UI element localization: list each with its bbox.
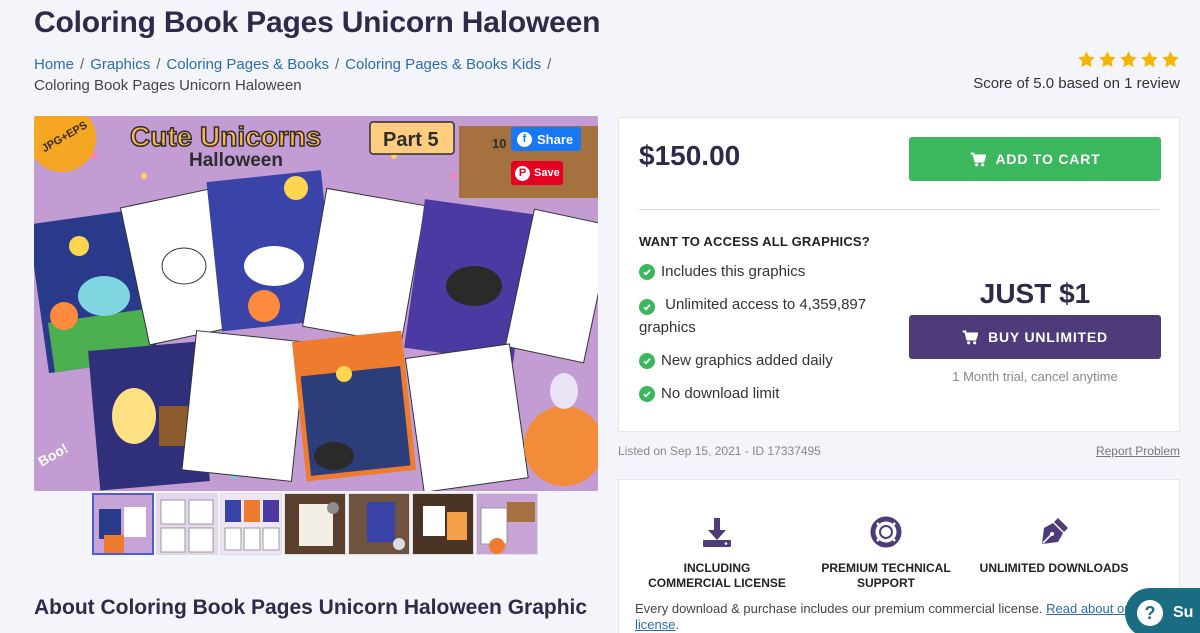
feature-text: Includes this graphics <box>661 263 806 280</box>
breadcrumb-home[interactable]: Home <box>34 56 74 73</box>
image-title-line1: Cute Unicorns <box>130 121 321 152</box>
license-item-label: UNLIMITED DOWNLOADS <box>979 561 1129 575</box>
access-title: WANT TO ACCESS ALL GRAPHICS? <box>639 234 870 249</box>
breadcrumb-graphics[interactable]: Graphics <box>90 56 150 73</box>
check-circle-icon <box>639 264 655 280</box>
facebook-share-button[interactable]: f Share <box>511 127 581 151</box>
license-item-commercial: INCLUDING COMMERCIAL LICENSE <box>642 516 792 591</box>
feature-list: Includes this graphics Unlimited access … <box>639 260 889 415</box>
breadcrumb-separator: / <box>80 56 85 73</box>
thumbnail-6[interactable] <box>412 493 474 555</box>
social-buttons: f Share P Save <box>511 127 581 185</box>
thumbnail-5[interactable] <box>348 493 410 555</box>
price: $150.00 <box>639 140 741 171</box>
thumbnail-4[interactable] <box>284 493 346 555</box>
report-problem-link[interactable]: Report Problem <box>1096 444 1180 458</box>
pinterest-icon: P <box>515 165 530 181</box>
rating-score-text: Score of 5.0 based on 1 review <box>973 75 1180 92</box>
thumbnail-1[interactable] <box>92 493 154 555</box>
facebook-icon: f <box>517 131 532 147</box>
license-note-text: Every download & purchase includes our p… <box>635 601 1043 616</box>
pen-nib-icon <box>979 516 1129 548</box>
check-circle-icon <box>639 299 655 315</box>
help-support-button[interactable]: ? Su <box>1125 588 1200 633</box>
page-title: Coloring Book Pages Unicorn Haloween <box>34 6 601 39</box>
feature-item: Includes this graphics <box>639 260 889 283</box>
breadcrumb-coloring-pages-books-kids[interactable]: Coloring Pages & Books Kids <box>345 56 541 73</box>
star-icon <box>1120 51 1137 68</box>
pinterest-save-label: Save <box>534 167 560 179</box>
license-item-label: INCLUDING COMMERCIAL LICENSE <box>648 561 786 590</box>
feature-text: New graphics added daily <box>661 352 833 369</box>
download-icon <box>642 516 792 548</box>
lifebuoy-icon <box>811 516 961 548</box>
feature-item: Unlimited access to 4,359,897 graphics <box>639 293 889 339</box>
thumbnail-strip <box>92 493 538 555</box>
check-circle-icon <box>639 353 655 369</box>
image-title-line2: Halloween <box>189 150 283 171</box>
license-item-label: PREMIUM TECHNICAL SUPPORT <box>821 561 951 590</box>
buy-unlimited-label: BUY UNLIMITED <box>988 329 1108 345</box>
feature-text: Unlimited access to 4,359,897 graphics <box>639 296 867 336</box>
star-icon <box>1099 51 1116 68</box>
thumbnail-2[interactable] <box>156 493 218 555</box>
add-to-cart-label: ADD TO CART <box>995 151 1101 167</box>
license-note: Every download & purchase includes our p… <box>635 601 1136 632</box>
breadcrumb-separator: / <box>156 56 161 73</box>
about-heading: About Coloring Book Pages Unicorn Halowe… <box>34 596 588 619</box>
feature-text: No download limit <box>661 385 780 402</box>
breadcrumb-separator: / <box>334 56 340 73</box>
breadcrumb-coloring-pages-books[interactable]: Coloring Pages & Books <box>166 56 329 73</box>
thumbnail-7[interactable] <box>476 493 538 555</box>
star-icon <box>1162 51 1179 68</box>
add-to-cart-button[interactable]: ADD TO CART <box>909 137 1161 181</box>
thumbnail-3[interactable] <box>220 493 282 555</box>
license-item-support: PREMIUM TECHNICAL SUPPORT <box>811 516 961 591</box>
feature-item: No download limit <box>639 382 889 405</box>
breadcrumb-current: Coloring Book Pages Unicorn Haloween <box>34 77 302 94</box>
pinterest-save-button[interactable]: P Save <box>511 161 563 185</box>
listing-info: Listed on Sep 15, 2021 - ID 17337495 <box>618 444 821 458</box>
just-price: JUST $1 <box>979 278 1091 309</box>
star-icon <box>1078 51 1095 68</box>
help-label: Su <box>1173 604 1194 621</box>
breadcrumb: Home / Graphics / Coloring Pages & Books / Col… <box>34 54 594 96</box>
check-circle-icon <box>639 386 655 402</box>
license-card: INCLUDING COMMERCIAL LICENSE PREMIUM TEC… <box>618 479 1180 633</box>
rating-stars <box>973 50 1180 69</box>
license-item-downloads: UNLIMITED DOWNLOADS <box>979 516 1129 576</box>
feature-item: New graphics added daily <box>639 349 889 372</box>
rating: Score of 5.0 based on 1 review <box>973 50 1180 92</box>
buy-unlimited-button[interactable]: BUY UNLIMITED <box>909 315 1161 359</box>
breadcrumb-separator: / <box>547 56 552 73</box>
divider <box>639 209 1159 210</box>
part-badge-text: Part 5 <box>383 129 439 151</box>
star-icon <box>1141 51 1158 68</box>
trial-note: 1 Month trial, cancel anytime <box>952 369 1118 384</box>
cart-icon <box>970 152 986 166</box>
facebook-share-label: Share <box>537 131 574 147</box>
cart-icon <box>962 330 979 344</box>
question-icon: ? <box>1137 600 1163 626</box>
purchase-card: $150.00 ADD TO CART WANT TO ACCESS ALL G… <box>618 117 1180 432</box>
